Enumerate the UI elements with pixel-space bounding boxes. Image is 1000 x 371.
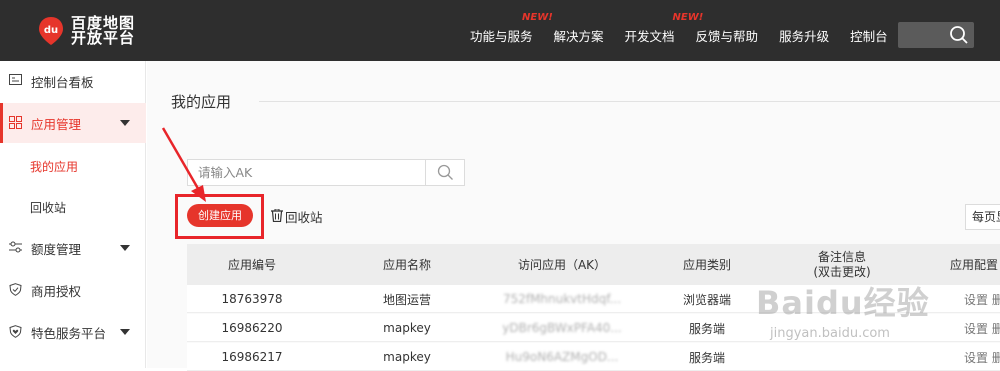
main-nav: 功能与服务 NEW! 解决方案 开发文档 NEW! 反馈与帮助 服务升级 控制台 [470,0,909,61]
sidebar-subitem-recycle-bin[interactable]: 回收站 [30,199,66,216]
page-title: 我的应用 [171,93,232,111]
cell-app-name: 地图运营 [382,292,431,307]
cell-app-name: mapkey [383,350,431,364]
cell-app-type: 浏览器端 [682,292,731,307]
nav-service-upgrade[interactable]: 服务升级 [779,26,829,45]
nav-label: 开发文档 [624,29,675,44]
dashboard-icon [9,74,22,89]
main-content: 我的应用 创建应用 回收站 每页显示 应用编号 应用名称 访问应用（AK） 应用… [147,61,1000,371]
cell-config-actions[interactable]: 设置 删除 [964,285,1000,313]
logo-line-2: 开放平台 [71,29,136,47]
nav-label: 控制台 [850,29,888,44]
cell-app-id: 16986220 [221,321,283,335]
sidebar: 控制台看板 应用管理 我的应用 回收站 额度管理 商用授权 特色服务平台 [0,61,146,368]
nav-label: 反馈与帮助 [695,29,759,44]
cell-app-type: 服务端 [688,321,725,336]
title-divider [259,101,1000,102]
new-badge: NEW! [672,12,704,23]
cell-app-id: 18763978 [221,292,283,306]
cell-app-type: 服务端 [688,350,725,365]
chevron-down-icon[interactable] [120,120,130,126]
sidebar-item-featured-services[interactable]: 特色服务平台 [0,312,146,352]
ak-search-button[interactable] [425,160,464,185]
trash-icon [271,208,283,225]
grid-icon [9,116,22,132]
table-row[interactable]: 16986220 mapkey yDBr6gBWxPFA40... 服务端 设置… [187,314,1000,342]
col-header-note: 备注信息 (双击更改) [813,249,871,279]
cell-config-actions[interactable]: 设置 删除 [964,343,1000,371]
col-header-app-id: 应用编号 [227,258,276,272]
sidebar-item-label: 商用授权 [31,283,82,299]
logo-pin-icon: du [37,16,65,46]
top-navigation-bar: du 百度地图 开放平台 功能与服务 NEW! 解决方案 开发文档 NEW! 反… [0,0,1000,61]
table-row[interactable]: 18763978 地图运营 752fMhnukvtHdqf... 浏览器端 设置… [187,285,1000,313]
sidebar-item-label: 额度管理 [31,241,82,257]
sidebar-item-commercial-license[interactable]: 商用授权 [0,270,146,310]
sidebar-item-dashboard[interactable]: 控制台看板 [0,61,146,101]
nav-label: 服务升级 [779,29,830,44]
recycle-bin-label: 回收站 [285,210,323,225]
ak-search-box [187,159,465,186]
sidebar-item-label: 应用管理 [31,116,82,132]
cell-ak: 752fMhnukvtHdqf... [502,292,622,306]
new-badge: NEW! [522,12,553,23]
sliders-icon [9,241,22,256]
nav-features-services[interactable]: 功能与服务 NEW! [470,12,553,45]
cell-config-actions[interactable]: 设置 删除 [964,314,1000,342]
nav-label: 功能与服务 [470,29,533,44]
col-header-app-name: 应用名称 [382,258,431,272]
table-header: 应用编号 应用名称 访问应用（AK） 应用类别 备注信息 (双击更改) 应用配置 [187,244,1000,285]
shield-check-icon [9,283,22,299]
cell-ak: yDBr6gBWxPFA40... [502,321,622,335]
cell-note[interactable] [787,314,897,342]
logo-text: 百度地图 开放平台 [71,16,135,46]
chevron-down-icon[interactable] [120,329,130,335]
top-search-box[interactable] [898,22,974,48]
col-header-config: 应用配置 [950,258,999,272]
cell-app-name: mapkey [383,321,431,335]
col-header-app-type: 应用类别 [682,258,731,272]
nav-solutions[interactable]: 解决方案 [554,26,604,45]
cell-ak: Hu9oN6AZMgOD... [505,350,619,364]
cell-note[interactable] [787,285,897,313]
nav-console[interactable]: 控制台 [850,26,888,45]
logo-mark-text: du [44,25,58,36]
nav-feedback-help[interactable]: 反馈与帮助 [696,26,759,45]
baidu-map-logo[interactable]: du 百度地图 开放平台 [37,16,135,46]
sidebar-item-label: 特色服务平台 [31,325,107,341]
table-row[interactable]: 16986217 mapkey Hu9oN6AZMgOD... 服务端 设置 删… [187,343,1000,371]
sidebar-item-quota-management[interactable]: 额度管理 [0,228,146,268]
per-page-select[interactable]: 每页显示 [965,204,1000,230]
col-header-ak: 访问应用（AK） [517,258,607,272]
nav-label: 解决方案 [553,29,604,44]
sidebar-item-label: 控制台看板 [31,74,94,90]
search-icon[interactable] [949,25,969,49]
recycle-bin-link[interactable]: 回收站 [271,207,323,226]
heart-shield-icon [9,325,22,341]
chevron-down-icon[interactable] [120,245,130,251]
cell-note[interactable] [787,343,897,371]
sidebar-item-app-management[interactable]: 应用管理 [0,103,146,143]
sidebar-subitem-my-apps[interactable]: 我的应用 [30,158,78,175]
nav-dev-docs[interactable]: 开发文档 NEW! [624,12,704,45]
annotation-highlight-box [175,194,264,239]
cell-app-id: 16986217 [221,350,283,364]
ak-search-input[interactable] [188,160,426,185]
